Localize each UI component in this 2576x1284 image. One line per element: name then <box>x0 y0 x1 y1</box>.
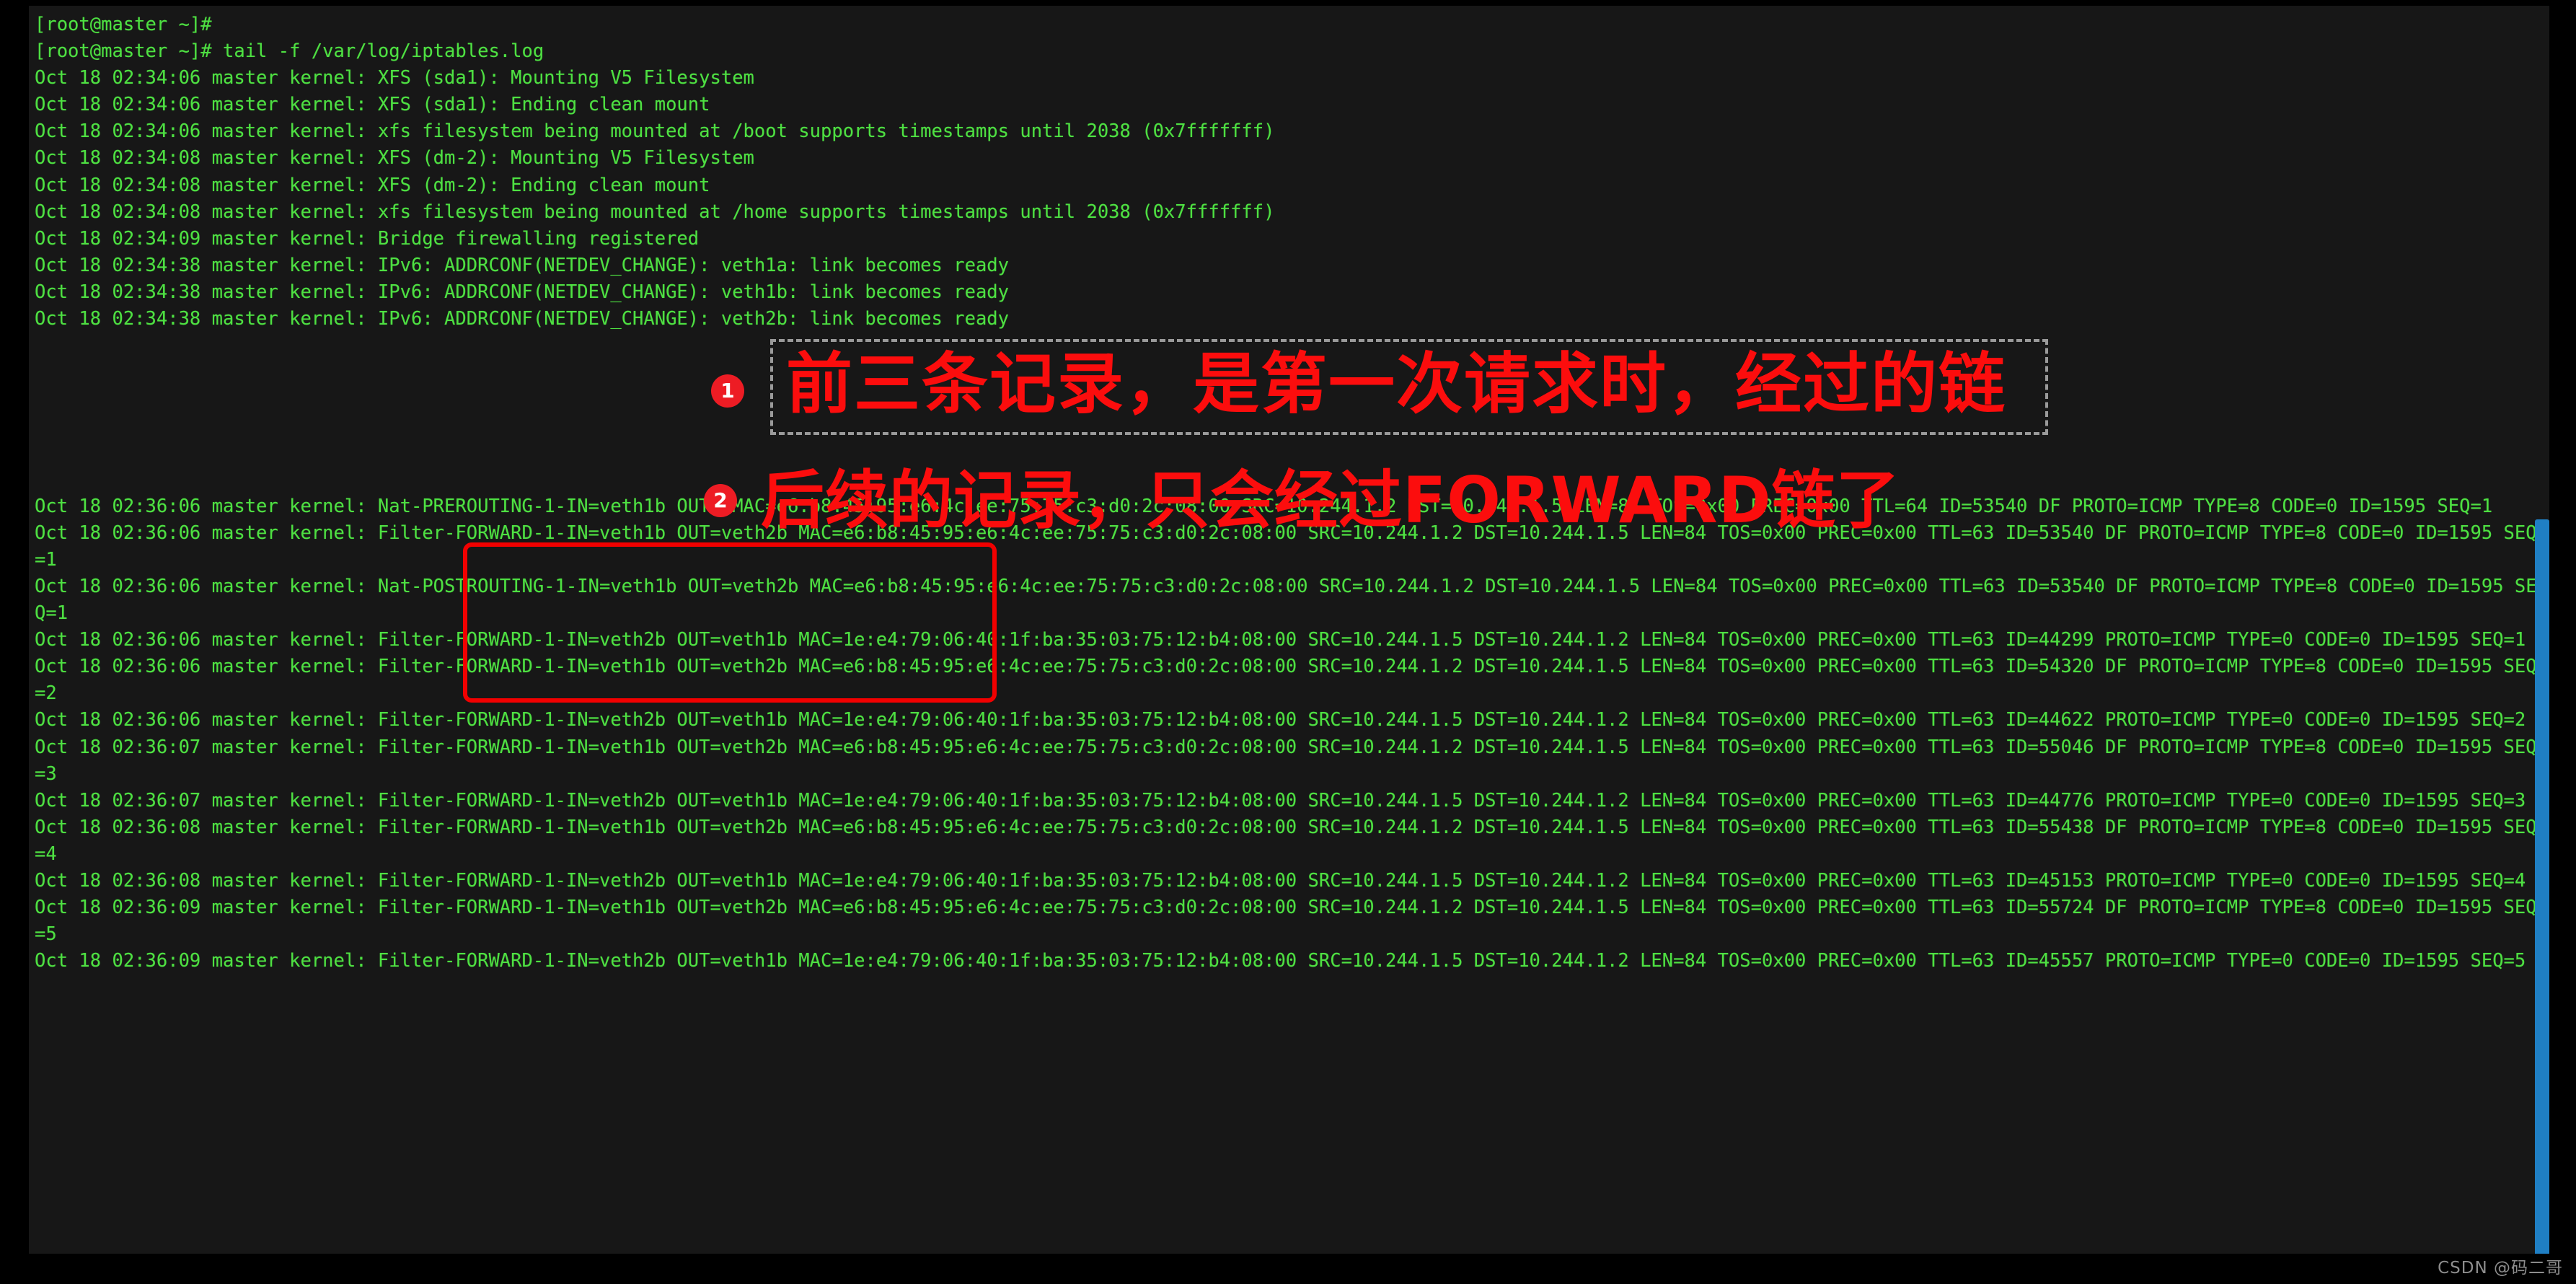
csdn-watermark: CSDN @码二哥 <box>2438 1259 2563 1278</box>
screenshot-root: [root@master ~]# [root@master ~]# tail -f… <box>0 0 2576 1284</box>
terminal-line: Oct 18 02:34:08 master kernel: XFS (dm-2… <box>35 174 710 196</box>
terminal-line: Oct 18 02:34:08 master kernel: xfs files… <box>35 201 1275 223</box>
terminal-packet-line: Oct 18 02:36:09 master kernel: Filter-FO… <box>35 897 2537 946</box>
annotation-text-1: 前三条记录，是第一次请求时，经过的链 <box>786 346 2007 423</box>
terminal-packet-line: Oct 18 02:36:09 master kernel: Filter-FO… <box>35 950 2526 972</box>
terminal-packet-line: Oct 18 02:36:07 master kernel: Filter-FO… <box>35 736 2537 785</box>
terminal-line: Oct 18 02:34:38 master kernel: IPv6: ADD… <box>35 308 1010 330</box>
terminal-packet-line: Oct 18 02:36:07 master kernel: Filter-FO… <box>35 789 2526 812</box>
terminal-line: [root@master ~]# <box>35 14 212 35</box>
terminal-packet-line: Oct 18 02:36:08 master kernel: Filter-FO… <box>35 816 2537 865</box>
terminal-packet-line: Oct 18 02:36:06 master kernel: Filter-FO… <box>35 709 2526 731</box>
terminal-window[interactable]: [root@master ~]# [root@master ~]# tail -f… <box>29 6 2549 1254</box>
terminal-line: Oct 18 02:34:38 master kernel: IPv6: ADD… <box>35 254 1010 276</box>
terminal-scrollbar-thumb[interactable] <box>2535 519 2549 1254</box>
terminal-packet-line: Oct 18 02:36:06 master kernel: Filter-FO… <box>35 629 2526 651</box>
annotation-red-highlight-box <box>463 542 997 703</box>
terminal-line: [root@master ~]# tail -f /var/log/iptabl… <box>35 40 544 63</box>
terminal-line: Oct 18 02:34:06 master kernel: XFS (sda1… <box>35 94 710 116</box>
terminal-packet-line: Oct 18 02:36:08 master kernel: Filter-FO… <box>35 870 2526 892</box>
terminal-line: Oct 18 02:34:09 master kernel: Bridge fi… <box>35 227 700 250</box>
terminal-packet-line: Oct 18 02:36:06 master kernel: Nat-POSTR… <box>35 575 2537 625</box>
terminal-packet-line: Oct 18 02:36:06 master kernel: Filter-FO… <box>35 656 2537 705</box>
annotation-text-2: 后续的记录，只会经过FORWARD链了 <box>761 463 1900 537</box>
terminal-scrollbar[interactable] <box>2535 6 2549 1254</box>
terminal-line: Oct 18 02:34:08 master kernel: XFS (dm-2… <box>35 147 754 170</box>
terminal-line: Oct 18 02:34:38 master kernel: IPv6: ADD… <box>35 281 1010 303</box>
annotation-badge-1: 1 <box>711 374 744 408</box>
terminal-line: Oct 18 02:34:06 master kernel: XFS (sda1… <box>35 67 754 89</box>
terminal-line: Oct 18 02:34:06 master kernel: xfs files… <box>35 120 1275 143</box>
annotation-badge-2: 2 <box>704 484 737 517</box>
